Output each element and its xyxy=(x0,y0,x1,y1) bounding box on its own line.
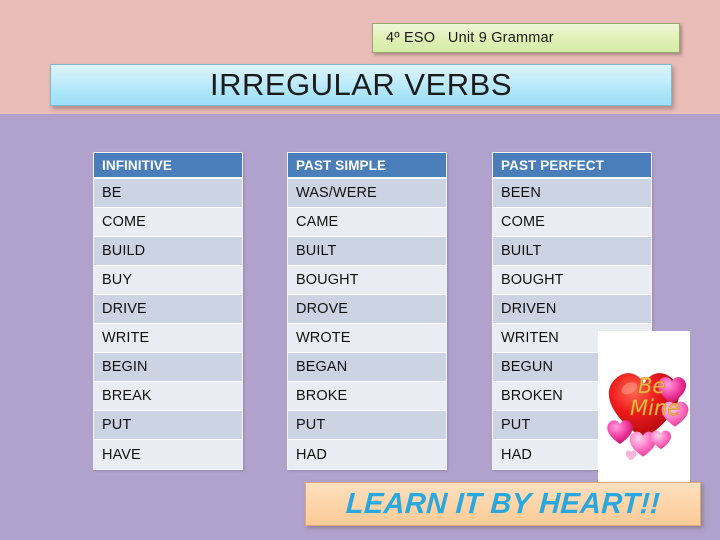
cell-value: WAS/WERE xyxy=(296,185,377,201)
table-row: CAME xyxy=(288,208,446,237)
table-column-past-simple: PAST SIMPLE WAS/WERE CAME BUILT BOUGHT D… xyxy=(287,152,447,470)
page-title: IRREGULAR VERBS xyxy=(209,67,513,102)
unit-banner: 4º ESO Unit 9 Grammar xyxy=(372,23,680,53)
cell-value: BROKE xyxy=(296,388,348,404)
cell-value: HAVE xyxy=(102,446,141,463)
cell-value: DRIVEN xyxy=(501,301,557,317)
cell-value: COME xyxy=(102,214,146,230)
cell-value: WRITEN xyxy=(501,330,559,346)
table-row: BROKE xyxy=(288,382,446,411)
cell-value: BUILT xyxy=(501,243,542,259)
cell-value: BEGIN xyxy=(102,359,148,375)
table-row: BE xyxy=(94,179,242,208)
cell-value: BREAK xyxy=(102,388,152,404)
table-row: BEGAN xyxy=(288,353,446,382)
cell-value: BROKEN xyxy=(501,388,563,404)
cell-value: BUILT xyxy=(296,243,337,259)
cell-value: DRIVE xyxy=(102,301,147,317)
cell-value: CAME xyxy=(296,214,339,230)
unit-banner-label: 4º ESO Unit 9 Grammar xyxy=(386,30,554,46)
table-row: COME xyxy=(493,208,651,237)
table-row: DRIVE xyxy=(94,295,242,324)
table-row: BUILT xyxy=(493,237,651,266)
cell-value: HAD xyxy=(296,446,327,463)
cell-value: WRITE xyxy=(102,330,150,346)
table-row: DROVE xyxy=(288,295,446,324)
table-row: HAVE xyxy=(94,440,242,469)
bottom-banner-label: LEARN IT BY HEART!! xyxy=(345,487,661,520)
column-header-label: PAST SIMPLE xyxy=(296,157,387,173)
heart-illustration: Be Mine xyxy=(607,373,689,461)
table-row: BEGIN xyxy=(94,353,242,382)
table-row: DRIVEN xyxy=(493,295,651,324)
table-row: PUT xyxy=(288,411,446,440)
cell-value: WROTE xyxy=(296,330,351,346)
table-row: PUT xyxy=(94,411,242,440)
table-row: BEEN xyxy=(493,179,651,208)
slide-canvas: 4º ESO Unit 9 Grammar IRREGULAR VERBS IN… xyxy=(0,0,720,540)
heart-text-line1: Be xyxy=(638,374,665,398)
cell-value: HAD xyxy=(501,446,532,463)
cell-value: BEEN xyxy=(501,185,541,201)
cell-value: BUILD xyxy=(102,243,146,259)
cell-value: DROVE xyxy=(296,301,349,317)
table-row: BREAK xyxy=(94,382,242,411)
cell-value: PUT xyxy=(102,417,132,433)
table-row: COME xyxy=(94,208,242,237)
cell-value: PUT xyxy=(296,417,326,433)
be-mine-heart-image: Be Mine xyxy=(598,331,690,486)
cell-value: BEGAN xyxy=(296,359,348,375)
table-row: BOUGHT xyxy=(288,266,446,295)
column-header-infinitive: INFINITIVE xyxy=(94,153,242,179)
table-row: BUILT xyxy=(288,237,446,266)
table-row: WRITE xyxy=(94,324,242,353)
cell-value: BEGUN xyxy=(501,359,554,375)
table-row: WROTE xyxy=(288,324,446,353)
column-header-label: PAST PERFECT xyxy=(501,157,604,173)
cell-value: BUY xyxy=(102,272,133,288)
cell-value: BOUGHT xyxy=(501,272,564,288)
table-row: BUY xyxy=(94,266,242,295)
bottom-banner: LEARN IT BY HEART!! xyxy=(305,482,701,526)
column-header-past-simple: PAST SIMPLE xyxy=(288,153,446,179)
table-row: WAS/WERE xyxy=(288,179,446,208)
cell-value: COME xyxy=(501,214,545,230)
heart-text-line2: Mine xyxy=(630,396,680,420)
title-banner: IRREGULAR VERBS xyxy=(50,64,672,106)
table-row: BOUGHT xyxy=(493,266,651,295)
table-row: HAD xyxy=(288,440,446,469)
column-header-past-perfect: PAST PERFECT xyxy=(493,153,651,179)
column-header-label: INFINITIVE xyxy=(102,157,173,173)
cell-value: BE xyxy=(102,185,122,201)
table-row: BUILD xyxy=(94,237,242,266)
table-column-infinitive: INFINITIVE BE COME BUILD BUY DRIVE WRITE… xyxy=(93,152,243,470)
cell-value: PUT xyxy=(501,417,531,433)
cell-value: BOUGHT xyxy=(296,272,359,288)
